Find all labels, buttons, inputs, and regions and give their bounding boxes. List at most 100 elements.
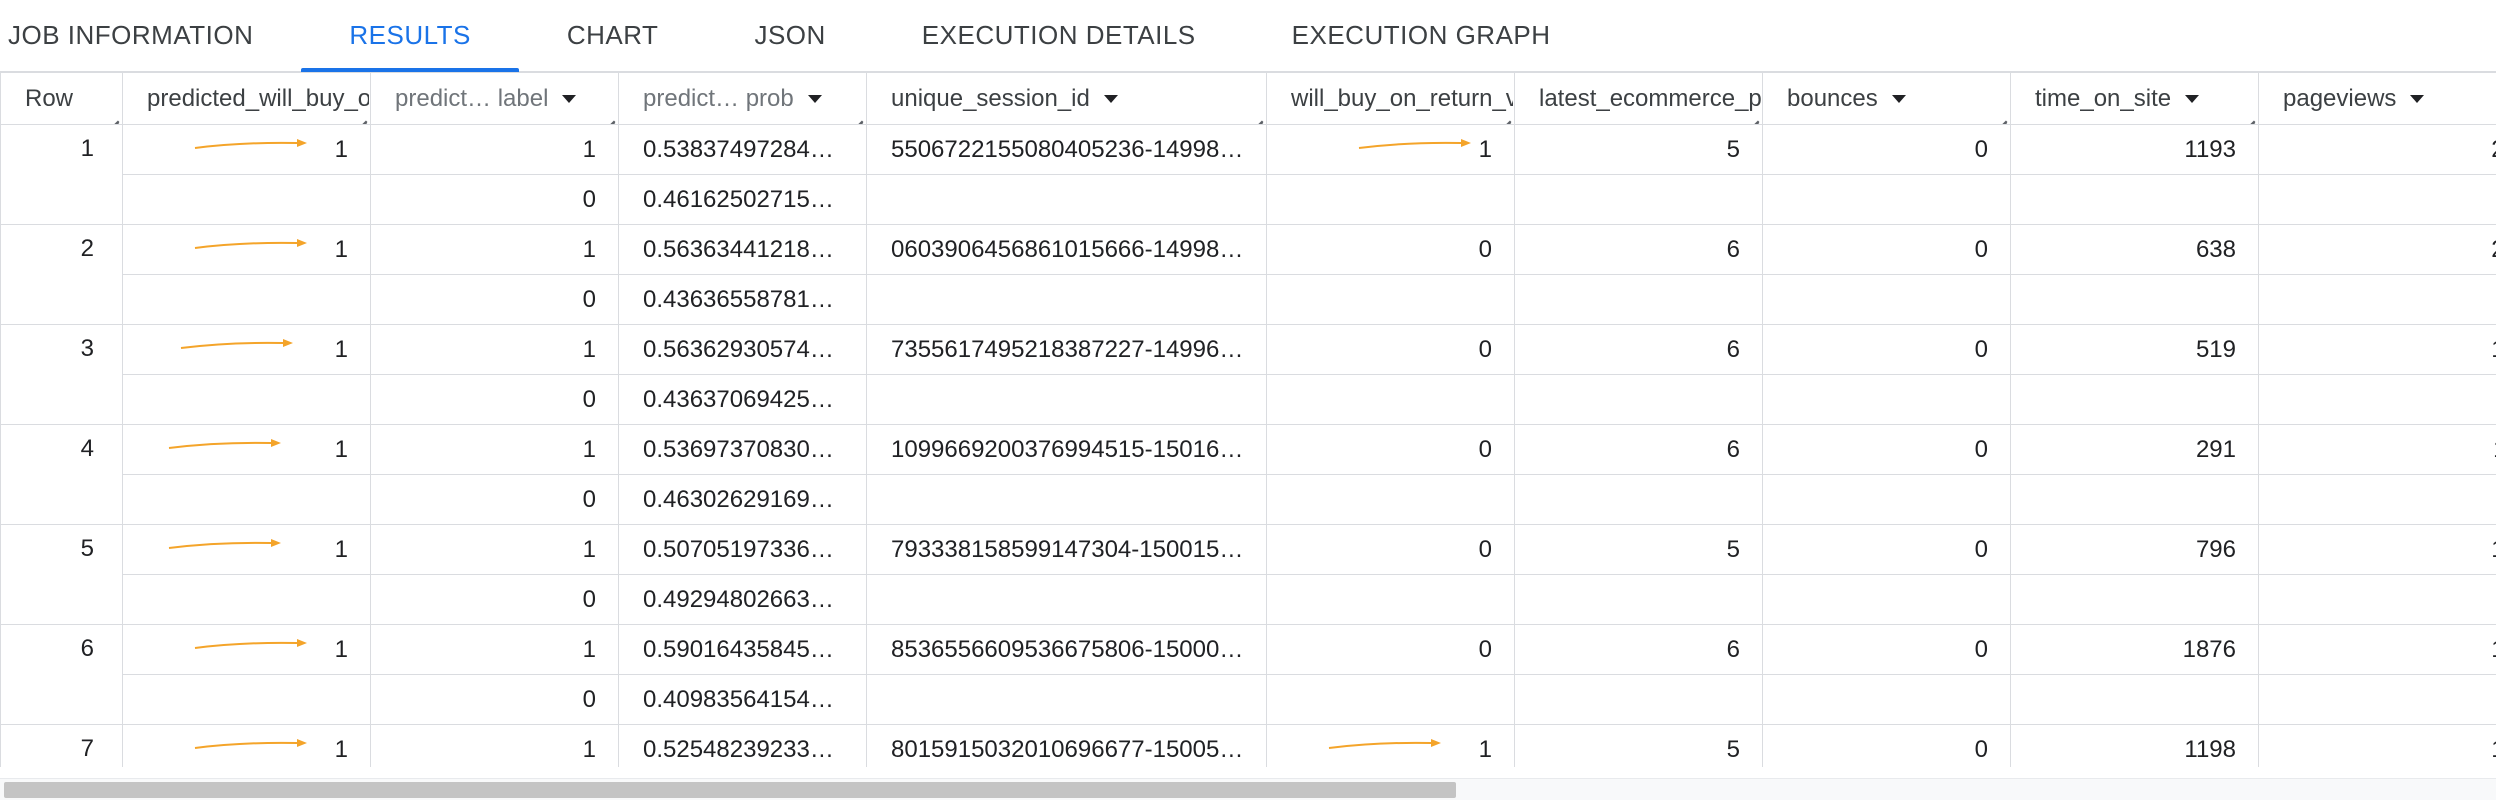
column-resize-handle[interactable] [107,109,119,121]
horizontal-scrollbar[interactable] [0,778,2496,800]
column-header-latest-ecommerce[interactable]: latest_ecommerce_p [1514,72,1763,125]
column-header-unique-session-id[interactable]: unique_session_id [866,72,1267,125]
bounces-cell [1762,374,2011,425]
sort-arrow-icon[interactable] [2185,94,2200,103]
column-header-predicted-prob[interactable]: predict… prob [618,72,867,125]
unique-session-id-cell: 8015915032010696677-15005… [866,724,1267,767]
latest-ecommerce-cell: 5 [1514,124,1763,175]
unique-session-id-cell [866,474,1267,525]
cell-value: 1 [334,435,348,463]
column-header-pageviews[interactable]: pageviews [2258,72,2496,125]
tab-results[interactable]: RESULTS [301,0,519,72]
column-resize-handle[interactable] [1251,109,1263,121]
table-row: 1 1 1 0.538374972845… 5506722155080405236-14… [0,124,2496,225]
predicted-label-cell: 1 [370,224,619,275]
sort-arrow-icon[interactable] [2410,94,2425,103]
time-on-site-cell: 1876 [2010,624,2259,675]
will-buy-on-return-cell [1266,374,1515,425]
unique-session-id-cell: 1099669200376994515-15016… [866,424,1267,475]
header-row: Row predicted_will_buy_o predict… label … [0,72,2496,125]
bounces-cell: 0 [1762,124,2011,175]
predicted-prob-cell: 0.461625027154… [618,174,867,225]
table-subrow: 0 0.461625027154… [1,174,2496,225]
predicted-will-buy-cell [122,374,371,425]
unique-session-id-cell: 8536556609536675806-15000… [866,624,1267,675]
column-header-predicted-label[interactable]: predict… label [370,72,619,125]
column-resize-handle[interactable] [2243,109,2255,121]
latest-ecommerce-cell [1514,174,1763,225]
will-buy-on-return-cell: 0 [1266,224,1515,275]
predicted-prob-cell: 0.538374972845… [618,124,867,175]
time-on-site-cell: 1193 [2010,124,2259,175]
column-header-label: unique_session_id [891,84,1090,112]
predicted-prob-cell: 0.563634412185… [618,224,867,275]
predicted-prob-cell: 0.436365587814… [618,274,867,325]
tab-job-information[interactable]: JOB INFORMATION [0,0,301,71]
bounces-cell: 0 [1762,224,2011,275]
pageviews-cell [2258,274,2496,325]
table-subrow: 0 0.409835641546… [1,674,2496,725]
cell-value: 0 [1478,535,1492,563]
annotation-arrow-icon [168,539,281,549]
column-header-label: pageviews [2283,84,2397,112]
column-resize-handle[interactable] [1995,109,2007,121]
cell-value: 1 [1478,135,1492,163]
unique-session-id-cell: 7355617495218387227-14996… [866,324,1267,375]
tab-chart[interactable]: CHART [519,0,707,71]
cell-value: 0 [1478,335,1492,363]
predicted-prob-cell: 0.536973708301… [618,424,867,475]
predicted-label-cell: 1 [370,324,619,375]
tab-json[interactable]: JSON [706,0,873,71]
sort-arrow-icon[interactable] [807,94,822,103]
column-header-row: Row [0,72,123,125]
row-number-cell: 4 [0,424,123,525]
unique-session-id-cell: 5506722155080405236-14998… [866,124,1267,175]
pageviews-cell: 16 [2258,324,2496,375]
table-subrow: 0 0.463026291698… [1,474,2496,525]
table-row: 4 1 1 0.536973708301… 1099669200376994515-15… [0,424,2496,525]
column-resize-handle[interactable] [1499,109,1511,121]
sort-arrow-icon[interactable] [1103,94,1118,103]
bounces-cell: 0 [1762,324,2011,375]
column-resize-handle[interactable] [851,109,863,121]
predicted-label-cell: 0 [370,674,619,725]
tab-execution-graph[interactable]: EXECUTION GRAPH [1244,0,1599,71]
unique-session-id-cell [866,274,1267,325]
will-buy-on-return-cell [1266,674,1515,725]
predicted-will-buy-cell: 1 [122,124,371,175]
pageviews-cell [2258,674,2496,725]
predicted-prob-cell: 0.507051973362… [618,524,867,575]
column-header-bounces[interactable]: bounces [1762,72,2011,125]
column-resize-handle[interactable] [603,109,615,121]
cell-value: 1 [334,235,348,263]
time-on-site-cell [2010,474,2259,525]
column-resize-handle[interactable] [355,109,367,121]
table-row: 2 1 1 0.563634412185… 0603906456861015666-14… [0,224,2496,325]
latest-ecommerce-cell: 6 [1514,424,1763,475]
predicted-will-buy-cell: 1 [122,724,371,767]
column-header-time-on-site[interactable]: time_on_site [2010,72,2259,125]
latest-ecommerce-cell: 5 [1514,724,1763,767]
unique-session-id-cell [866,574,1267,625]
cell-value: 1 [334,535,348,563]
annotation-arrow-icon [194,639,307,649]
cell-value: 1 [334,135,348,163]
sort-arrow-icon[interactable] [562,94,577,103]
column-resize-handle[interactable] [1747,109,1759,121]
cell-value: 0 [1478,435,1492,463]
column-header-will-buy-on-return[interactable]: will_buy_on_return_v [1266,72,1515,125]
horizontal-scrollbar-thumb[interactable] [4,782,1456,798]
bounces-cell [1762,174,2011,225]
sort-arrow-icon[interactable] [1891,94,1906,103]
unique-session-id-cell [866,174,1267,225]
cell-value: 1 [334,635,348,663]
latest-ecommerce-cell [1514,574,1763,625]
table-subrow: 0 0.436365587814… [1,274,2496,325]
column-header-predicted-will-buy[interactable]: predicted_will_buy_o [122,72,371,125]
time-on-site-cell [2010,274,2259,325]
time-on-site-cell [2010,674,2259,725]
pageviews-cell [2258,574,2496,625]
tab-execution-details[interactable]: EXECUTION DETAILS [874,0,1244,71]
predicted-prob-cell: 0.409835641546… [618,674,867,725]
predicted-will-buy-cell [122,274,371,325]
